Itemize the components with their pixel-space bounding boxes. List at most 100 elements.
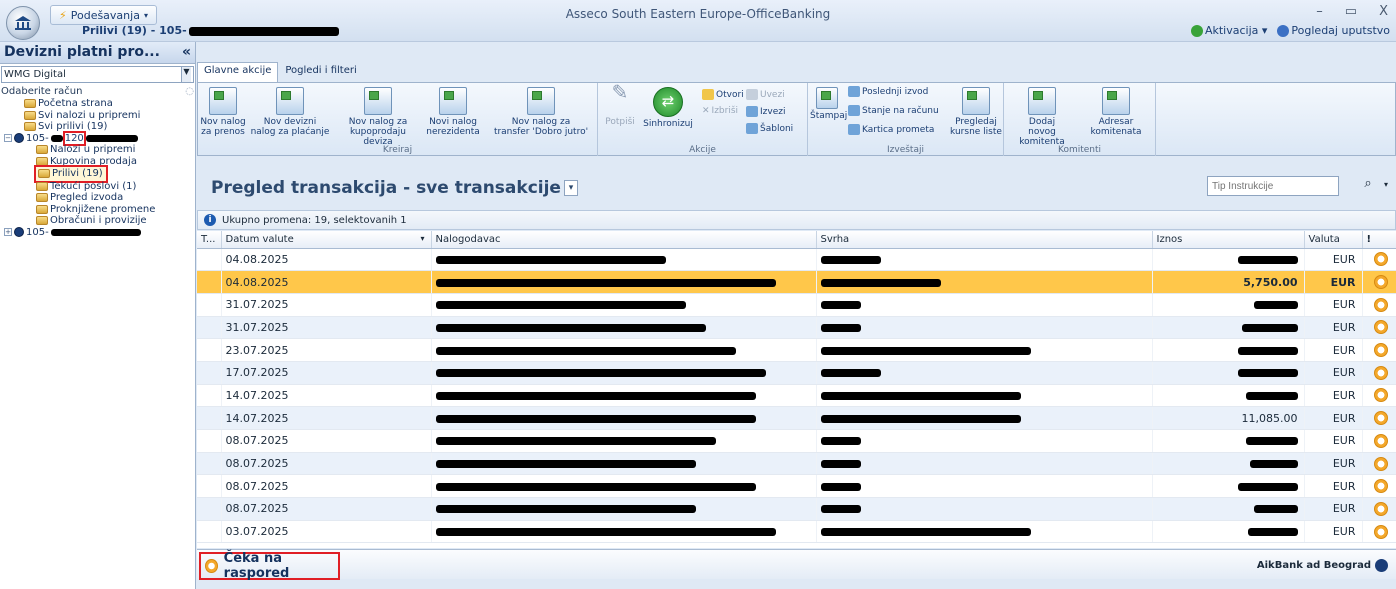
card-icon: [848, 124, 860, 135]
chevron-down-icon[interactable]: ▾: [1384, 180, 1388, 189]
sign-button[interactable]: ✎ Potpiši: [600, 82, 640, 127]
tree-item-current[interactable]: Tekući poslovi (1): [0, 181, 195, 193]
expand-icon[interactable]: +: [4, 228, 12, 237]
tree-item-orders-prep[interactable]: Nalozi u pripremi: [0, 144, 195, 156]
new-nonresident-order-button[interactable]: Novi nalog nerezidenta: [422, 87, 484, 137]
tree-item-all-orders[interactable]: Svi nalozi u pripremi: [0, 110, 195, 122]
amount-cell: [1152, 520, 1305, 544]
print-button[interactable]: Štampaj: [810, 87, 847, 121]
tab-views-filters[interactable]: Pogledi i filteri: [278, 62, 363, 82]
maximize-button[interactable]: ▭: [1345, 4, 1357, 19]
payer-cell: [431, 270, 817, 294]
tree-item-posted[interactable]: Proknjižene promene: [0, 204, 195, 216]
col-purpose[interactable]: Svrha: [816, 231, 1153, 249]
tree-item-buy-sell[interactable]: Kupovina prodaja: [0, 156, 195, 168]
tree-item-all-inflows[interactable]: Svi prilivi (19): [0, 121, 195, 133]
table-row[interactable]: 04.08.2025 5,750.00 EUR: [197, 270, 1396, 294]
status-cell: [1362, 293, 1396, 317]
export-button[interactable]: Izvezi: [746, 106, 785, 117]
table-row[interactable]: 31.07.2025 EUR: [197, 293, 1396, 317]
tree-item-account2[interactable]: +105-: [0, 227, 195, 239]
redacted-purpose: [820, 482, 861, 491]
col-amount[interactable]: Iznos: [1152, 231, 1305, 249]
tree-item-home[interactable]: Početna strana: [0, 98, 195, 110]
tab-main-actions[interactable]: Glavne akcije: [197, 62, 279, 82]
client-directory-button[interactable]: Adresar komitenata: [1080, 87, 1152, 137]
table-row[interactable]: 14.07.2025 11,085.00 EUR: [197, 406, 1396, 430]
collapse-button[interactable]: «: [182, 44, 191, 61]
purpose-cell: [816, 248, 1153, 272]
document-title: Prilivi (19) - 105-: [82, 24, 339, 37]
col-status[interactable]: !: [1362, 231, 1396, 249]
bank-name: AikBank ad Beograd: [1257, 559, 1390, 572]
currency-cell: EUR: [1304, 452, 1363, 476]
sync-button[interactable]: ⇄ Sinhronizuj: [638, 87, 698, 129]
new-document-icon: [527, 87, 555, 115]
new-fx-exchange-button[interactable]: Nov nalog za kupoprodaju deviza: [334, 87, 422, 147]
panel-title: Devizni platni pro...: [4, 44, 160, 60]
instruction-type-input[interactable]: [1207, 176, 1339, 196]
company-select[interactable]: WMG Digital ▼: [1, 66, 194, 83]
collapse-tree-icon[interactable]: ◌: [185, 86, 194, 97]
status-cell: [1362, 474, 1396, 499]
status-cell: [1362, 520, 1396, 544]
tree-item-fees[interactable]: Obračuni i provizije: [0, 215, 195, 227]
help-link[interactable]: Pogledaj uputstvo: [1277, 24, 1390, 37]
currency-cell: EUR: [1304, 361, 1363, 385]
type-cell: [197, 474, 222, 499]
account-balance-button[interactable]: Stanje na računu: [848, 105, 939, 116]
activation-menu[interactable]: Aktivacija ▾: [1190, 24, 1267, 37]
purpose-cell: [816, 361, 1153, 385]
templates-button[interactable]: Šabloni: [746, 123, 793, 134]
clock-icon: [1374, 343, 1388, 358]
new-transfer-order-button[interactable]: Nov nalog za prenos: [200, 87, 246, 137]
col-payer[interactable]: Nalogodavac: [431, 231, 817, 249]
table-row[interactable]: 31.07.2025 EUR: [197, 316, 1396, 340]
redaction: [188, 26, 339, 36]
table-row[interactable]: 03.07.2025 EUR: [197, 520, 1396, 544]
view-dropdown-button[interactable]: ▾: [563, 180, 578, 196]
import-button[interactable]: Uvezi: [746, 89, 785, 100]
col-type[interactable]: T...: [197, 231, 222, 249]
table-row[interactable]: 04.08.2025 EUR: [197, 248, 1396, 272]
col-value-date[interactable]: Datum valute ▾: [221, 231, 432, 249]
info-icon: i: [204, 214, 216, 226]
table-row[interactable]: 08.07.2025 EUR: [197, 452, 1396, 476]
exchange-icon: [36, 156, 48, 166]
table-row[interactable]: 17.07.2025 EUR: [197, 361, 1396, 385]
amount-cell: [1152, 429, 1305, 453]
new-fx-payment-button[interactable]: Nov devizni nalog za plaćanje: [248, 87, 332, 137]
table-row[interactable]: 08.07.2025 EUR: [197, 429, 1396, 453]
add-client-button[interactable]: Dodaj novog komitenta: [1006, 87, 1078, 147]
new-dobro-jutro-transfer-button[interactable]: Nov nalog za transfer 'Dobro jutro': [486, 87, 596, 137]
last-statement-button[interactable]: Poslednji izvod: [848, 86, 928, 97]
collapse-icon[interactable]: −: [4, 134, 12, 143]
tree-item-statements[interactable]: Pregled izvoda: [0, 192, 195, 204]
delete-button[interactable]: ✕ Izbriši: [702, 106, 738, 116]
exchange-rates-button[interactable]: Pregledaj kursne liste: [950, 87, 1002, 137]
clock-icon: [1374, 365, 1388, 380]
date-cell: 08.07.2025: [221, 429, 432, 453]
table-row[interactable]: 08.07.2025 EUR: [197, 497, 1396, 521]
open-button[interactable]: Otvori: [702, 89, 744, 100]
payer-cell: [431, 248, 817, 272]
folder-icon: [38, 169, 50, 179]
pending-status: Čeka na raspored: [199, 551, 340, 581]
status-cell: [1362, 248, 1396, 272]
redacted-payer: [435, 460, 696, 469]
search-icon[interactable]: ⌕: [1357, 176, 1379, 196]
group-name: Akcije: [689, 145, 716, 155]
table-row[interactable]: 23.07.2025 EUR: [197, 338, 1396, 362]
tree-item-account1[interactable]: −105- 120: [0, 130, 195, 146]
turnover-card-button[interactable]: Kartica prometa: [848, 124, 934, 135]
minimize-button[interactable]: –: [1316, 4, 1323, 19]
currency-cell: EUR: [1304, 338, 1363, 362]
status-cell: [1362, 406, 1396, 430]
table-row[interactable]: 14.07.2025 EUR: [197, 384, 1396, 408]
col-currency[interactable]: Valuta: [1304, 231, 1363, 249]
close-button[interactable]: X: [1379, 4, 1388, 19]
tree-item-inflows[interactable]: Prilivi (19): [0, 165, 195, 183]
group-name: Komitenti: [1057, 145, 1102, 155]
purpose-cell: [816, 316, 1153, 340]
table-row[interactable]: 08.07.2025 EUR: [197, 474, 1396, 499]
